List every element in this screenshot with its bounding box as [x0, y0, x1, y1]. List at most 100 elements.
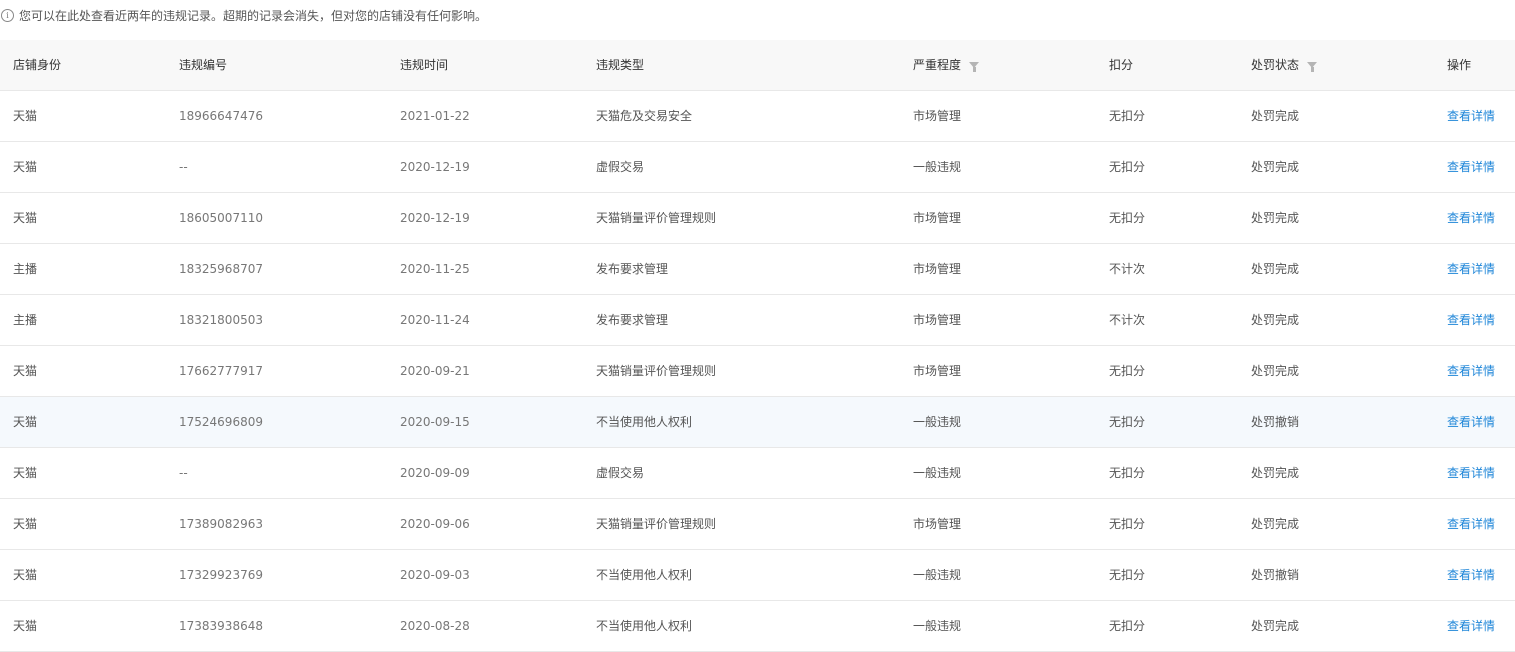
cell-severity: 一般违规 [913, 568, 962, 582]
cell-code: -- [179, 160, 188, 174]
cell-time: 2020-09-03 [400, 568, 470, 582]
cell-points: 无扣分 [1109, 517, 1146, 531]
cell-identity: 天猫 [13, 517, 38, 531]
view-details-link[interactable]: 查看详情 [1447, 397, 1495, 447]
header-status-label: 处罚状态 [1251, 58, 1300, 72]
cell-code: 18966647476 [179, 109, 263, 123]
status-filter-icon[interactable] [1307, 61, 1318, 72]
view-details-link[interactable]: 查看详情 [1447, 244, 1495, 294]
cell-identity: 主播 [13, 262, 38, 276]
cell-severity: 一般违规 [913, 466, 962, 480]
view-details-link[interactable]: 查看详情 [1447, 193, 1495, 243]
table-row: 天猫 17524696809 2020-09-15 不当使用他人权利 一般违规 无扣分 处罚… [0, 397, 1515, 448]
table-row: 天猫 17383938648 2020-08-28 不当使用他人权利 一般违规 无扣分 处罚… [0, 601, 1515, 652]
table-row: 天猫 17389082963 2020-09-06 天猫销量评价管理规则 市场管理 无扣分… [0, 499, 1515, 550]
cell-code: 18605007110 [179, 211, 263, 225]
cell-severity: 市场管理 [913, 517, 962, 531]
cell-status: 处罚完成 [1251, 109, 1300, 123]
cell-status: 处罚完成 [1251, 517, 1300, 531]
header-points: 扣分 [1109, 58, 1134, 72]
table-row: 天猫 -- 2020-12-19 虚假交易 一般违规 无扣分 处罚完成 查看详情 [0, 142, 1515, 193]
view-details-link[interactable]: 查看详情 [1447, 550, 1495, 600]
cell-severity: 市场管理 [913, 364, 962, 378]
cell-points: 无扣分 [1109, 109, 1146, 123]
cell-status: 处罚完成 [1251, 619, 1300, 633]
cell-time: 2020-11-25 [400, 262, 470, 276]
cell-type: 虚假交易 [596, 466, 645, 480]
cell-time: 2020-12-19 [400, 211, 470, 225]
cell-identity: 天猫 [13, 160, 38, 174]
header-status: 处罚状态 [1251, 40, 1318, 90]
cell-status: 处罚撤销 [1251, 568, 1300, 582]
cell-severity: 一般违规 [913, 160, 962, 174]
view-details-link[interactable]: 查看详情 [1447, 601, 1495, 651]
table-row: 主播 18321800503 2020-11-24 发布要求管理 市场管理 不计次 处罚完成… [0, 295, 1515, 346]
cell-type: 发布要求管理 [596, 262, 669, 276]
cell-type: 不当使用他人权利 [596, 568, 693, 582]
cell-identity: 天猫 [13, 415, 38, 429]
cell-time: 2020-08-28 [400, 619, 470, 633]
cell-code: -- [179, 466, 188, 480]
cell-status: 处罚完成 [1251, 160, 1300, 174]
cell-severity: 一般违规 [913, 619, 962, 633]
cell-severity: 市场管理 [913, 313, 962, 327]
cell-code: 17329923769 [179, 568, 263, 582]
severity-filter-icon[interactable] [969, 61, 980, 72]
cell-points: 无扣分 [1109, 619, 1146, 633]
table-row: 主播 18325968707 2020-11-25 发布要求管理 市场管理 不计次 处罚完成… [0, 244, 1515, 295]
view-details-link[interactable]: 查看详情 [1447, 499, 1495, 549]
cell-type: 不当使用他人权利 [596, 619, 693, 633]
cell-code: 17662777917 [179, 364, 263, 378]
cell-identity: 天猫 [13, 619, 38, 633]
cell-type: 发布要求管理 [596, 313, 669, 327]
cell-type: 天猫销量评价管理规则 [596, 517, 717, 531]
table-body: 天猫 18966647476 2021-01-22 天猫危及交易安全 市场管理 无扣分 处罚… [0, 91, 1515, 652]
cell-points: 无扣分 [1109, 160, 1146, 174]
cell-code: 17383938648 [179, 619, 263, 633]
notice-text: 您可以在此处查看近两年的违规记录。超期的记录会消失，但对您的店铺没有任何影响。 [19, 8, 488, 23]
cell-time: 2020-11-24 [400, 313, 470, 327]
cell-type: 天猫销量评价管理规则 [596, 364, 717, 378]
table-row: 天猫 17329923769 2020-09-03 不当使用他人权利 一般违规 无扣分 处罚… [0, 550, 1515, 601]
table-row: 天猫 18605007110 2020-12-19 天猫销量评价管理规则 市场管理 无扣分… [0, 193, 1515, 244]
cell-type: 天猫危及交易安全 [596, 109, 693, 123]
cell-points: 无扣分 [1109, 415, 1146, 429]
view-details-link[interactable]: 查看详情 [1447, 346, 1495, 396]
cell-code: 18325968707 [179, 262, 263, 276]
view-details-link[interactable]: 查看详情 [1447, 448, 1495, 498]
cell-status: 处罚撤销 [1251, 415, 1300, 429]
cell-time: 2020-09-15 [400, 415, 470, 429]
cell-points: 不计次 [1109, 262, 1146, 276]
cell-type: 不当使用他人权利 [596, 415, 693, 429]
header-severity-label: 严重程度 [913, 58, 962, 72]
header-type: 违规类型 [596, 58, 645, 72]
view-details-link[interactable]: 查看详情 [1447, 142, 1495, 192]
cell-status: 处罚完成 [1251, 364, 1300, 378]
cell-identity: 天猫 [13, 109, 38, 123]
cell-points: 无扣分 [1109, 466, 1146, 480]
cell-type: 天猫销量评价管理规则 [596, 211, 717, 225]
view-details-link[interactable]: 查看详情 [1447, 295, 1495, 345]
cell-time: 2020-12-19 [400, 160, 470, 174]
table-header: 店铺身份 违规编号 违规时间 违规类型 严重程度 扣分 处罚状态 操作 [0, 40, 1515, 91]
header-time: 违规时间 [400, 58, 449, 72]
cell-points: 无扣分 [1109, 364, 1146, 378]
cell-severity: 市场管理 [913, 262, 962, 276]
cell-code: 17524696809 [179, 415, 263, 429]
violation-table: 店铺身份 违规编号 违规时间 违规类型 严重程度 扣分 处罚状态 操作 天猫 18… [0, 40, 1515, 652]
cell-points: 不计次 [1109, 313, 1146, 327]
cell-status: 处罚完成 [1251, 262, 1300, 276]
cell-points: 无扣分 [1109, 568, 1146, 582]
view-details-link[interactable]: 查看详情 [1447, 91, 1495, 141]
cell-identity: 天猫 [13, 466, 38, 480]
info-icon: i [1, 8, 14, 22]
cell-time: 2020-09-09 [400, 466, 470, 480]
cell-time: 2021-01-22 [400, 109, 470, 123]
cell-status: 处罚完成 [1251, 211, 1300, 225]
cell-code: 18321800503 [179, 313, 263, 327]
cell-points: 无扣分 [1109, 211, 1146, 225]
header-action: 操作 [1447, 58, 1472, 72]
cell-identity: 天猫 [13, 211, 38, 225]
cell-time: 2020-09-06 [400, 517, 470, 531]
cell-time: 2020-09-21 [400, 364, 470, 378]
